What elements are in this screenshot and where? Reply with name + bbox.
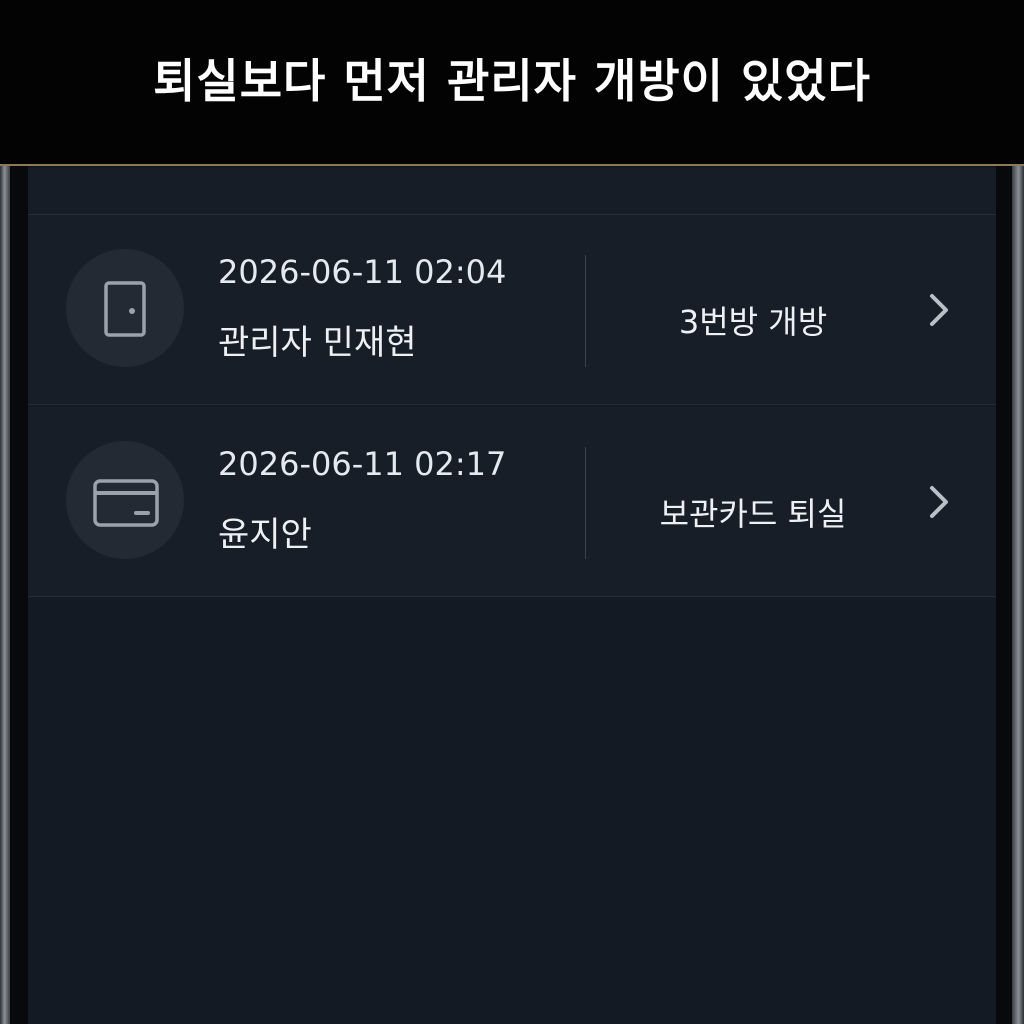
log-entry-row[interactable]: 2026-06-11 02:17 윤지안 보관카드 퇴실 [28,407,996,597]
entry-timestamp: 2026-06-11 02:04 [218,253,507,291]
row-divider [585,255,586,367]
entry-icon-badge [66,441,184,559]
chevron-right-icon[interactable] [924,483,954,521]
entry-actor: 윤지안 [218,515,312,555]
card-icon [93,479,159,527]
caption-text: 퇴실보다 먼저 관리자 개방이 있었다 [153,54,871,108]
chevron-right-icon[interactable] [924,291,954,329]
log-entry-row[interactable]: 2026-06-11 02:04 관리자 민재현 3번방 개방 [28,215,996,405]
entry-action: 3번방 개방 [678,303,828,341]
list-top-area [28,168,996,215]
caption-banner: 퇴실보다 먼저 관리자 개방이 있었다 [0,0,1024,166]
entry-timestamp: 2026-06-11 02:17 [218,445,507,483]
phone-bezel-right-inner [996,166,1012,1024]
phone-screen: 2026-06-11 02:04 관리자 민재현 3번방 개방 2026-06-… [28,168,996,1024]
entry-icon-badge [66,249,184,367]
row-divider [585,447,586,559]
phone-bezel-left-inner [10,166,28,1024]
entry-action: 보관카드 퇴실 [659,495,847,533]
entry-actor: 관리자 민재현 [218,323,417,363]
phone-bezel-left [0,166,10,1024]
door-icon [104,281,146,337]
phone-bezel-right [1012,166,1024,1024]
screenshot-frame: 퇴실보다 먼저 관리자 개방이 있었다 2026-06-11 02:04 관리자… [0,0,1024,1024]
